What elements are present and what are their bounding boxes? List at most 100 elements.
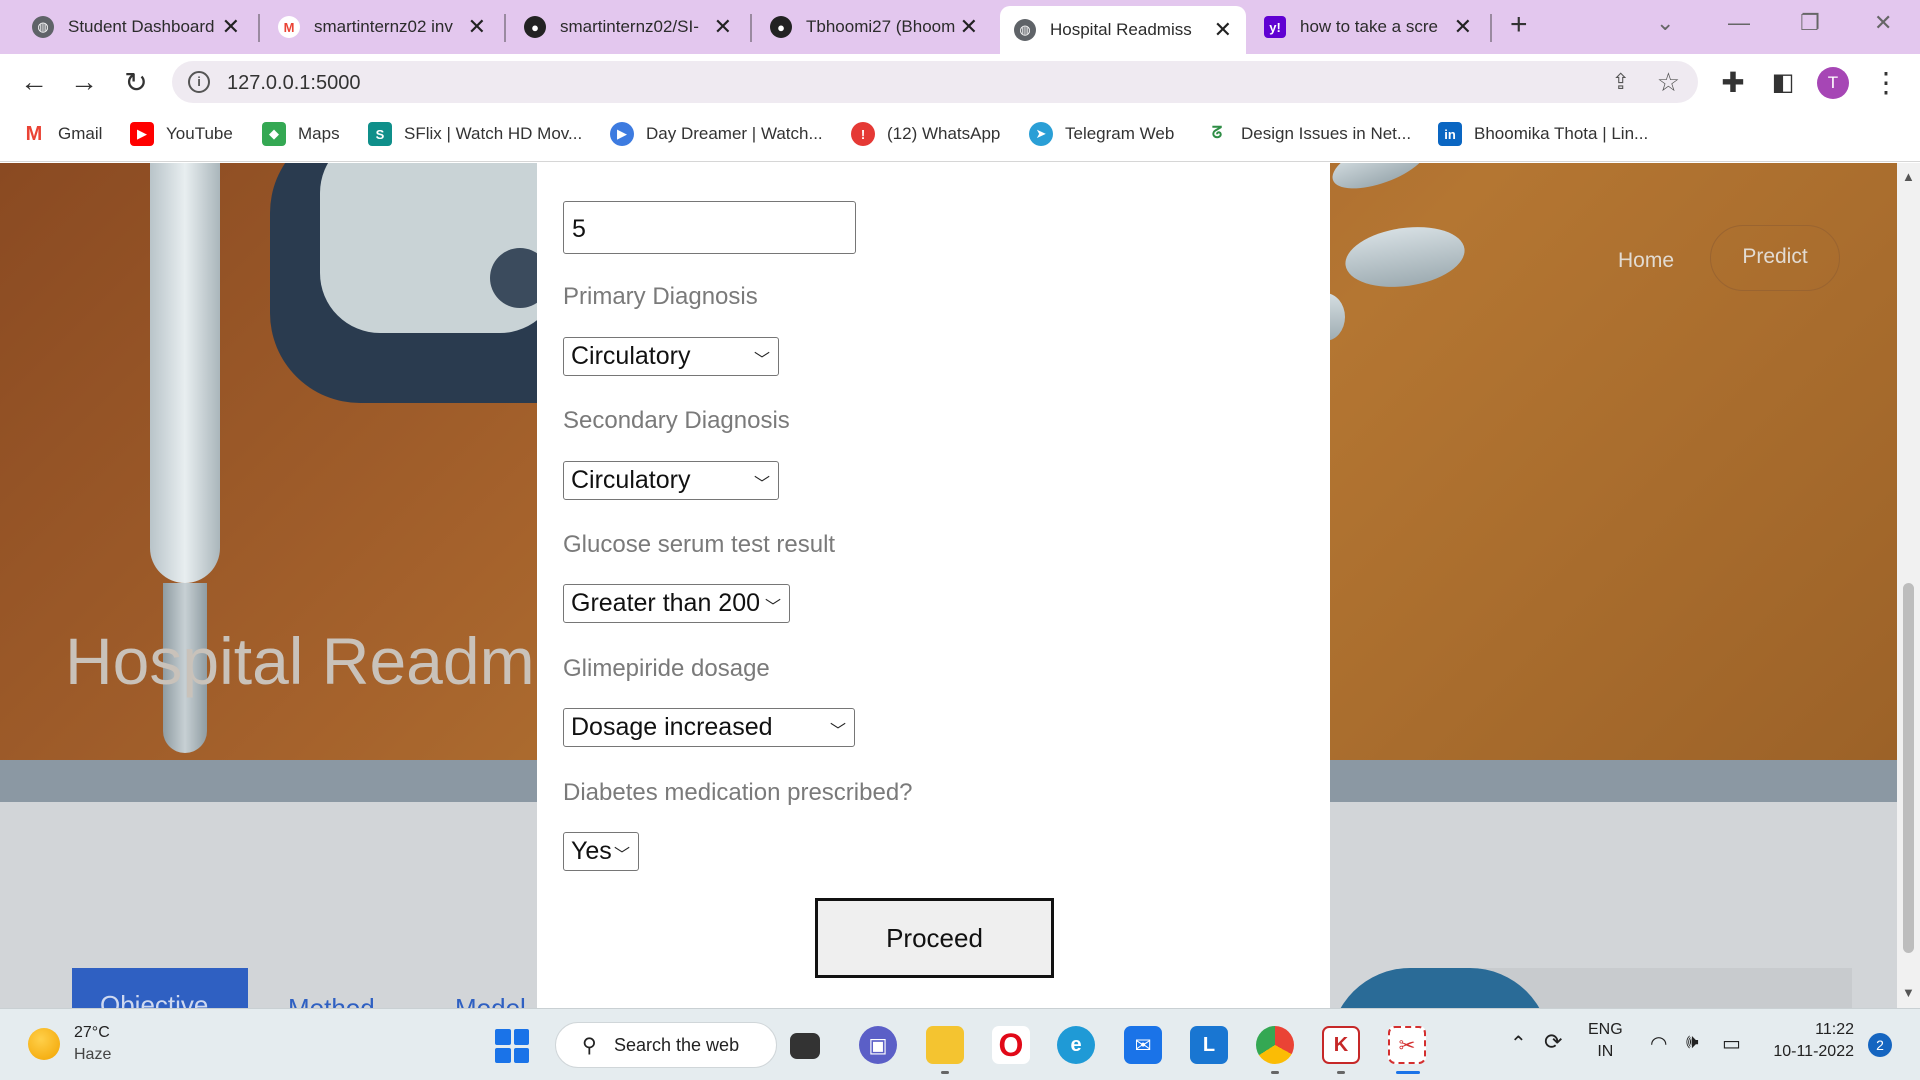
- scroll-down-icon[interactable]: ▼: [1902, 985, 1915, 1000]
- bookmark-telegram[interactable]: ➤ Telegram Web: [1029, 122, 1174, 146]
- bookmark-label: Telegram Web: [1065, 124, 1175, 143]
- nav-predict-link[interactable]: Predict: [1710, 225, 1840, 291]
- url-text[interactable]: 127.0.0.1:5000: [227, 72, 360, 95]
- tab-student-dashboard[interactable]: ◍ Student Dashboard ✕: [18, 8, 254, 46]
- close-icon[interactable]: ✕: [468, 14, 486, 40]
- restore-icon[interactable]: ❐: [1800, 10, 1820, 36]
- temperature: 27°C: [74, 1024, 110, 1041]
- glimepiride-label: Glimepiride dosage: [563, 655, 770, 682]
- secondary-diagnosis-select[interactable]: Circulatory ﹀: [563, 461, 779, 500]
- wifi-icon[interactable]: ◠: [1650, 1031, 1667, 1056]
- forward-icon[interactable]: →: [66, 64, 102, 100]
- volume-icon[interactable]: 🕪: [1686, 1031, 1699, 1054]
- snipping-tool-icon[interactable]: ✂: [1388, 1026, 1426, 1064]
- opera-icon[interactable]: O: [992, 1026, 1030, 1064]
- tab-model[interactable]: Model: [455, 993, 526, 1008]
- bookmark-sflix[interactable]: S SFlix | Watch HD Mov...: [368, 122, 582, 146]
- gmail-icon: M: [22, 122, 46, 146]
- chrome-icon[interactable]: [1256, 1026, 1294, 1064]
- teams-icon[interactable]: ▣: [859, 1026, 897, 1064]
- tab-github-profile[interactable]: ● Tbhoomi27 (Bhoom ✕: [756, 8, 992, 46]
- bookmark-youtube[interactable]: ▶ YouTube: [130, 122, 233, 146]
- clock[interactable]: 11:22 10-11-2022: [1770, 1021, 1854, 1061]
- glucose-test-select[interactable]: Greater than 200 ﹀: [563, 584, 790, 623]
- extensions-icon[interactable]: ✚: [1715, 64, 1751, 100]
- bookmark-star-icon[interactable]: ☆: [1657, 67, 1680, 98]
- minimize-icon[interactable]: —: [1728, 10, 1750, 36]
- share-icon[interactable]: ⇪: [1612, 69, 1630, 95]
- tab-title: Tbhoomi27 (Bhoom: [806, 17, 956, 36]
- tab-title: smartinternz02/SI-: [560, 17, 699, 36]
- tab-search-icon[interactable]: ⌄: [1656, 10, 1674, 36]
- diabetes-medication-select[interactable]: Yes ﹀: [563, 832, 639, 871]
- tab-title: Student Dashboard: [68, 17, 215, 36]
- tab-gmail[interactable]: M smartinternz02 inv ✕: [264, 8, 500, 46]
- bookmark-linkedin[interactable]: in Bhoomika Thota | Lin...: [1438, 122, 1648, 146]
- notification-badge[interactable]: 2: [1868, 1033, 1892, 1057]
- numeric-input[interactable]: 5: [563, 201, 856, 254]
- close-icon[interactable]: ✕: [960, 14, 978, 40]
- tab-hospital-readmission[interactable]: ◍ Hospital Readmiss ✕: [1000, 6, 1246, 54]
- l-app-icon[interactable]: L: [1190, 1026, 1228, 1064]
- scrollbar-thumb[interactable]: [1903, 583, 1914, 953]
- tab-github-si[interactable]: ● smartinternz02/SI- ✕: [510, 8, 746, 46]
- bookmark-whatsapp[interactable]: ! (12) WhatsApp: [851, 122, 1000, 146]
- profile-avatar[interactable]: T: [1817, 67, 1849, 99]
- select-value: Circulatory: [571, 466, 691, 494]
- telegram-icon: ➤: [1029, 122, 1053, 146]
- folder-icon[interactable]: [926, 1026, 964, 1064]
- language-indicator[interactable]: ENG IN: [1588, 1021, 1623, 1061]
- glucose-test-label: Glucose serum test result: [563, 531, 836, 558]
- proceed-button[interactable]: Proceed: [815, 898, 1054, 978]
- chevron-up-icon[interactable]: ⌃: [1510, 1031, 1527, 1056]
- close-icon[interactable]: ✕: [1214, 17, 1232, 43]
- select-value: Yes: [571, 837, 612, 865]
- close-window-icon[interactable]: ✕: [1874, 10, 1892, 36]
- battery-icon[interactable]: ▭: [1722, 1031, 1741, 1056]
- menu-icon[interactable]: ⋮: [1868, 64, 1904, 100]
- bookmark-label: SFlix | Watch HD Mov...: [404, 124, 583, 143]
- tab-separator: [750, 14, 752, 42]
- tab-title: smartinternz02 inv: [314, 17, 453, 36]
- gmail-icon: M: [278, 16, 300, 38]
- primary-diagnosis-select[interactable]: Circulatory ﹀: [563, 337, 779, 376]
- hero-title: Hospital Readm: [65, 624, 535, 698]
- bookmark-gmail[interactable]: M Gmail: [22, 122, 102, 146]
- weather-widget[interactable]: 27°C Haze: [28, 1024, 111, 1064]
- tab-yahoo-search[interactable]: y! how to take a scre ✕: [1250, 8, 1486, 46]
- close-icon[interactable]: ✕: [714, 14, 732, 40]
- tab-method[interactable]: Method: [288, 993, 375, 1008]
- tab-separator: [258, 14, 260, 42]
- side-panel-icon[interactable]: ◧: [1765, 64, 1801, 100]
- scroll-up-icon[interactable]: ▲: [1902, 169, 1915, 184]
- insulin-pen-image: [150, 163, 220, 583]
- edge-icon[interactable]: e: [1057, 1026, 1095, 1064]
- bookmark-day-dreamer[interactable]: ▶ Day Dreamer | Watch...: [610, 122, 823, 146]
- mail-icon[interactable]: ✉: [1124, 1026, 1162, 1064]
- address-bar[interactable]: i 127.0.0.1:5000 ⇪ ☆: [172, 61, 1698, 103]
- close-icon[interactable]: ✕: [1454, 14, 1472, 40]
- gfg-icon: ᘔ: [1205, 122, 1229, 146]
- windows-start-icon[interactable]: [495, 1029, 529, 1063]
- bookmark-design-issues[interactable]: ᘔ Design Issues in Net...: [1205, 122, 1411, 146]
- back-icon[interactable]: ←: [16, 64, 52, 100]
- bookmark-maps[interactable]: ◆ Maps: [262, 122, 340, 146]
- tab-separator: [504, 14, 506, 42]
- tab-objective[interactable]: Objective: [72, 968, 248, 1008]
- globe-icon: ◍: [32, 16, 54, 38]
- reload-icon[interactable]: ↻: [118, 64, 154, 100]
- alert-icon: !: [851, 122, 875, 146]
- new-tab-button[interactable]: +: [1510, 8, 1528, 42]
- tab-title: Hospital Readmiss: [1050, 20, 1192, 39]
- sync-icon[interactable]: ⟳: [1544, 1029, 1562, 1055]
- nav-home-link[interactable]: Home: [1618, 249, 1674, 273]
- wps-icon[interactable]: K: [1322, 1026, 1360, 1064]
- page-scrollbar[interactable]: ▲ ▼: [1897, 163, 1920, 1008]
- glimepiride-select[interactable]: Dosage increased ﹀: [563, 708, 855, 747]
- taskbar-search[interactable]: ⚲ Search the web: [555, 1022, 777, 1068]
- close-icon[interactable]: ✕: [222, 14, 240, 40]
- chevron-down-icon: ﹀: [829, 723, 846, 740]
- file-explorer-icon[interactable]: [790, 1033, 820, 1059]
- bookmark-label: YouTube: [166, 124, 233, 143]
- site-info-icon[interactable]: i: [188, 71, 210, 93]
